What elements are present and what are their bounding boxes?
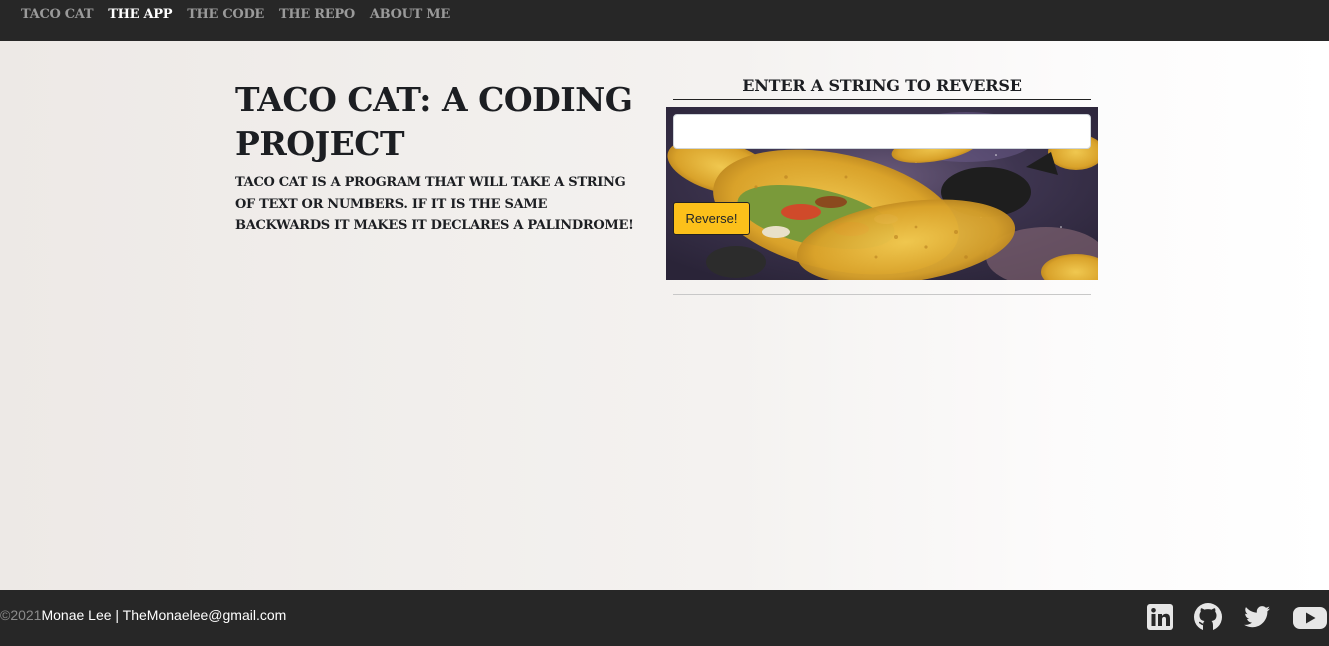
reverse-form-section: ENTER A STRING TO REVERSE Reverse! bbox=[666, 76, 1098, 280]
form-heading: ENTER A STRING TO REVERSE bbox=[673, 76, 1091, 100]
page-title: TACO CAT: A CODING PROJECT bbox=[235, 80, 633, 163]
copyright-year: ©2021 bbox=[0, 607, 42, 623]
navbar: TACO CAT THE APP THE CODE THE REPO ABOUT… bbox=[0, 0, 1329, 41]
reverse-button[interactable]: Reverse! bbox=[673, 202, 750, 235]
github-icon[interactable] bbox=[1193, 602, 1223, 632]
twitter-icon[interactable] bbox=[1242, 602, 1272, 632]
intro-section: TACO CAT: A CODING PROJECT TACO CAT IS A… bbox=[235, 78, 635, 237]
nav-link-about-me[interactable]: ABOUT ME bbox=[370, 7, 450, 22]
results-divider bbox=[673, 294, 1091, 295]
footer-text: ©2021Monae Lee | TheMonaelee@gmail.com bbox=[0, 607, 286, 623]
nav-link-the-code[interactable]: THE CODE bbox=[187, 7, 264, 22]
footer: ©2021Monae Lee | TheMonaelee@gmail.com bbox=[0, 590, 1329, 646]
page-description: TACO CAT IS A PROGRAM THAT WILL TAKE A S… bbox=[235, 175, 634, 233]
taco-cat-panel: Reverse! bbox=[666, 107, 1098, 280]
youtube-icon[interactable] bbox=[1292, 602, 1328, 632]
nav-link-the-app[interactable]: THE APP bbox=[108, 7, 172, 22]
string-input[interactable] bbox=[673, 114, 1091, 149]
nav-link-the-repo[interactable]: THE REPO bbox=[279, 7, 355, 22]
nav-brand-taco-cat[interactable]: TACO CAT bbox=[21, 7, 94, 22]
footer-contact: Monae Lee | TheMonaelee@gmail.com bbox=[41, 607, 287, 623]
linkedin-icon[interactable] bbox=[1145, 602, 1175, 632]
